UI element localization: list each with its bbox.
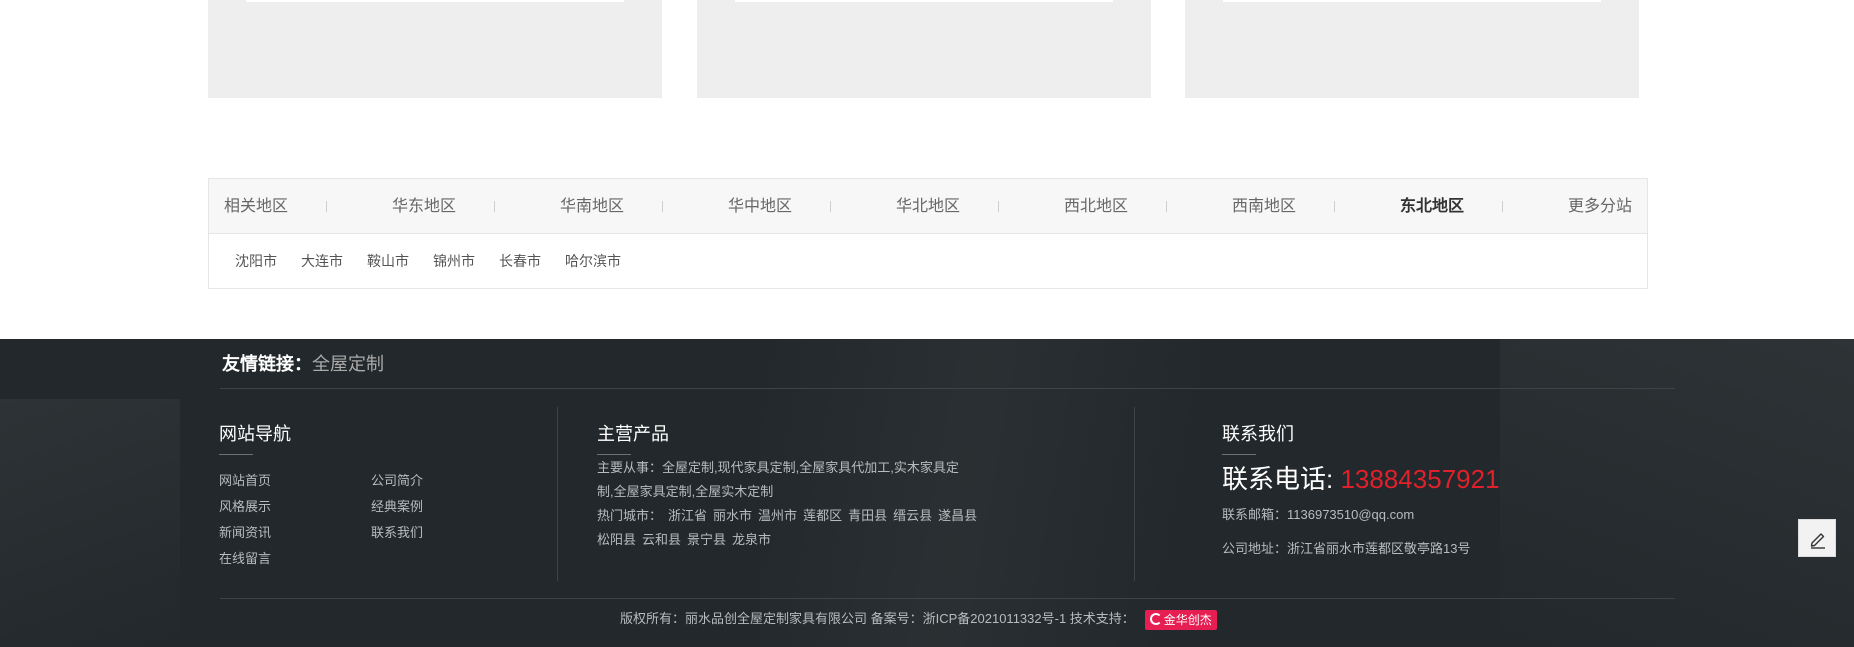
nav-link-about[interactable]: 公司简介	[371, 470, 423, 489]
hot-city-link[interactable]: 浙江省	[668, 508, 707, 523]
tab-south-china[interactable]: 华南地区	[560, 179, 624, 234]
site-footer: 友情链接：全屋定制 网站导航 网站首页 公司简介 风格展示 经典案例 新闻资讯 …	[0, 339, 1854, 647]
phone-number[interactable]: 13884357921	[1340, 464, 1499, 494]
column-divider	[557, 407, 558, 581]
hot-cities-label: 热门城市：	[597, 508, 663, 523]
nav-link-styles[interactable]: 风格展示	[219, 496, 271, 515]
footer-background-image	[1500, 339, 1854, 647]
contact-phone: 联系电话: 13884357921	[1222, 459, 1500, 496]
friend-links-label: 友情链接：	[222, 354, 312, 374]
city-link[interactable]: 锦州市	[433, 234, 475, 288]
tab-more-sites[interactable]: 更多分站	[1568, 179, 1632, 234]
hot-city-link[interactable]: 丽水市	[713, 508, 752, 523]
main-business-label: 主要从事：	[597, 460, 663, 475]
city-list: 沈阳市 大连市 鞍山市 锦州市 长春市 哈尔滨市	[209, 234, 1647, 288]
tab-separator	[1334, 201, 1335, 212]
footer-nav-title: 网站导航	[219, 424, 291, 444]
tab-separator	[830, 201, 831, 212]
contact-address: 公司地址：浙江省丽水市莲都区敬亭路13号	[1222, 538, 1470, 557]
tab-northeast[interactable]: 东北地区	[1400, 179, 1464, 234]
support-logo[interactable]: 金华创杰	[1144, 609, 1217, 630]
city-link[interactable]: 长春市	[499, 234, 541, 288]
region-panel: 相关地区 华东地区 华南地区 华中地区 华北地区 西北地区 西南地区 东北地区 …	[208, 178, 1648, 289]
card-image-edge	[735, 0, 1113, 2]
hot-city-link[interactable]: 云和县	[642, 532, 681, 547]
tab-separator	[494, 201, 495, 212]
page: 相关地区 华东地区 华南地区 华中地区 华北地区 西北地区 西南地区 东北地区 …	[0, 0, 1854, 647]
city-link[interactable]: 鞍山市	[367, 234, 409, 288]
email-value[interactable]: 1136973510@qq.com	[1287, 507, 1414, 522]
column-divider	[1134, 407, 1135, 581]
city-link[interactable]: 大连市	[301, 234, 343, 288]
tab-separator	[326, 201, 327, 212]
nav-link-message[interactable]: 在线留言	[219, 548, 271, 567]
case-card[interactable]	[697, 0, 1151, 98]
title-underline	[597, 454, 631, 455]
products-description: 主要从事：全屋定制,现代家具定制,全屋家具代加工,实木家具定 制,全屋家具定制,…	[597, 456, 1007, 552]
title-underline	[219, 454, 253, 455]
copyright-bar: 版权所有：丽水品创全屋定制家具有限公司 备案号：浙ICP备2021011332号…	[620, 607, 1217, 631]
friend-links: 友情链接：全屋定制	[222, 339, 384, 389]
footer-products-title: 主营产品	[597, 424, 669, 444]
title-underline	[1222, 454, 1256, 455]
nav-link-news[interactable]: 新闻资讯	[219, 522, 271, 541]
phone-label: 联系电话:	[1222, 464, 1334, 494]
divider	[220, 388, 1675, 389]
card-image-edge	[246, 0, 624, 2]
nav-link-home[interactable]: 网站首页	[219, 470, 271, 489]
hot-city-link[interactable]: 松阳县	[597, 532, 636, 547]
tab-southwest[interactable]: 西南地区	[1232, 179, 1296, 234]
footer-contact-title: 联系我们	[1222, 424, 1294, 444]
card-image-edge	[1223, 0, 1601, 2]
footer-background-image	[0, 399, 180, 647]
tab-related-regions[interactable]: 相关地区	[224, 179, 288, 234]
hot-city-link[interactable]: 莲都区	[803, 508, 842, 523]
case-card[interactable]	[208, 0, 662, 98]
main-business-text-cont: 制,全屋家具定制,全屋实木定制	[597, 484, 774, 499]
tab-separator	[1166, 201, 1167, 212]
tab-north-china[interactable]: 华北地区	[896, 179, 960, 234]
tab-separator	[1502, 201, 1503, 212]
nav-link-cases[interactable]: 经典案例	[371, 496, 423, 515]
edit-button[interactable]	[1798, 519, 1836, 557]
city-link[interactable]: 沈阳市	[235, 234, 277, 288]
hot-city-link[interactable]: 遂昌县	[938, 508, 977, 523]
hot-city-link[interactable]: 缙云县	[893, 508, 932, 523]
tab-central-china[interactable]: 华中地区	[728, 179, 792, 234]
card-row	[208, 0, 1639, 98]
tab-northwest[interactable]: 西北地区	[1064, 179, 1128, 234]
hot-city-link[interactable]: 景宁县	[687, 532, 726, 547]
copyright-text: 版权所有：丽水品创全屋定制家具有限公司 备案号：浙ICP备2021011332号…	[620, 611, 1135, 626]
case-card[interactable]	[1185, 0, 1639, 98]
tab-separator	[662, 201, 663, 212]
hot-city-link[interactable]: 温州市	[758, 508, 797, 523]
address-label: 公司地址：	[1222, 541, 1288, 556]
tab-separator	[998, 201, 999, 212]
email-label: 联系邮箱：	[1222, 507, 1288, 522]
support-logo-text: 金华创杰	[1163, 612, 1212, 627]
friend-link[interactable]: 全屋定制	[312, 354, 384, 374]
tab-east-china[interactable]: 华东地区	[392, 179, 456, 234]
hot-city-link[interactable]: 龙泉市	[732, 532, 771, 547]
main-business-text: 全屋定制,现代家具定制,全屋家具代加工,实木家具定	[662, 460, 959, 475]
nav-link-contact[interactable]: 联系我们	[371, 522, 423, 541]
logo-mark-icon	[1149, 612, 1162, 625]
city-link[interactable]: 哈尔滨市	[565, 234, 621, 288]
contact-email: 联系邮箱：1136973510@qq.com	[1222, 504, 1414, 523]
divider	[220, 598, 1675, 599]
region-tabs: 相关地区 华东地区 华南地区 华中地区 华北地区 西北地区 西南地区 东北地区 …	[209, 179, 1647, 234]
hot-city-link[interactable]: 青田县	[848, 508, 887, 523]
pencil-icon	[1810, 533, 1825, 549]
address-value: 浙江省丽水市莲都区敬亭路13号	[1287, 541, 1471, 556]
